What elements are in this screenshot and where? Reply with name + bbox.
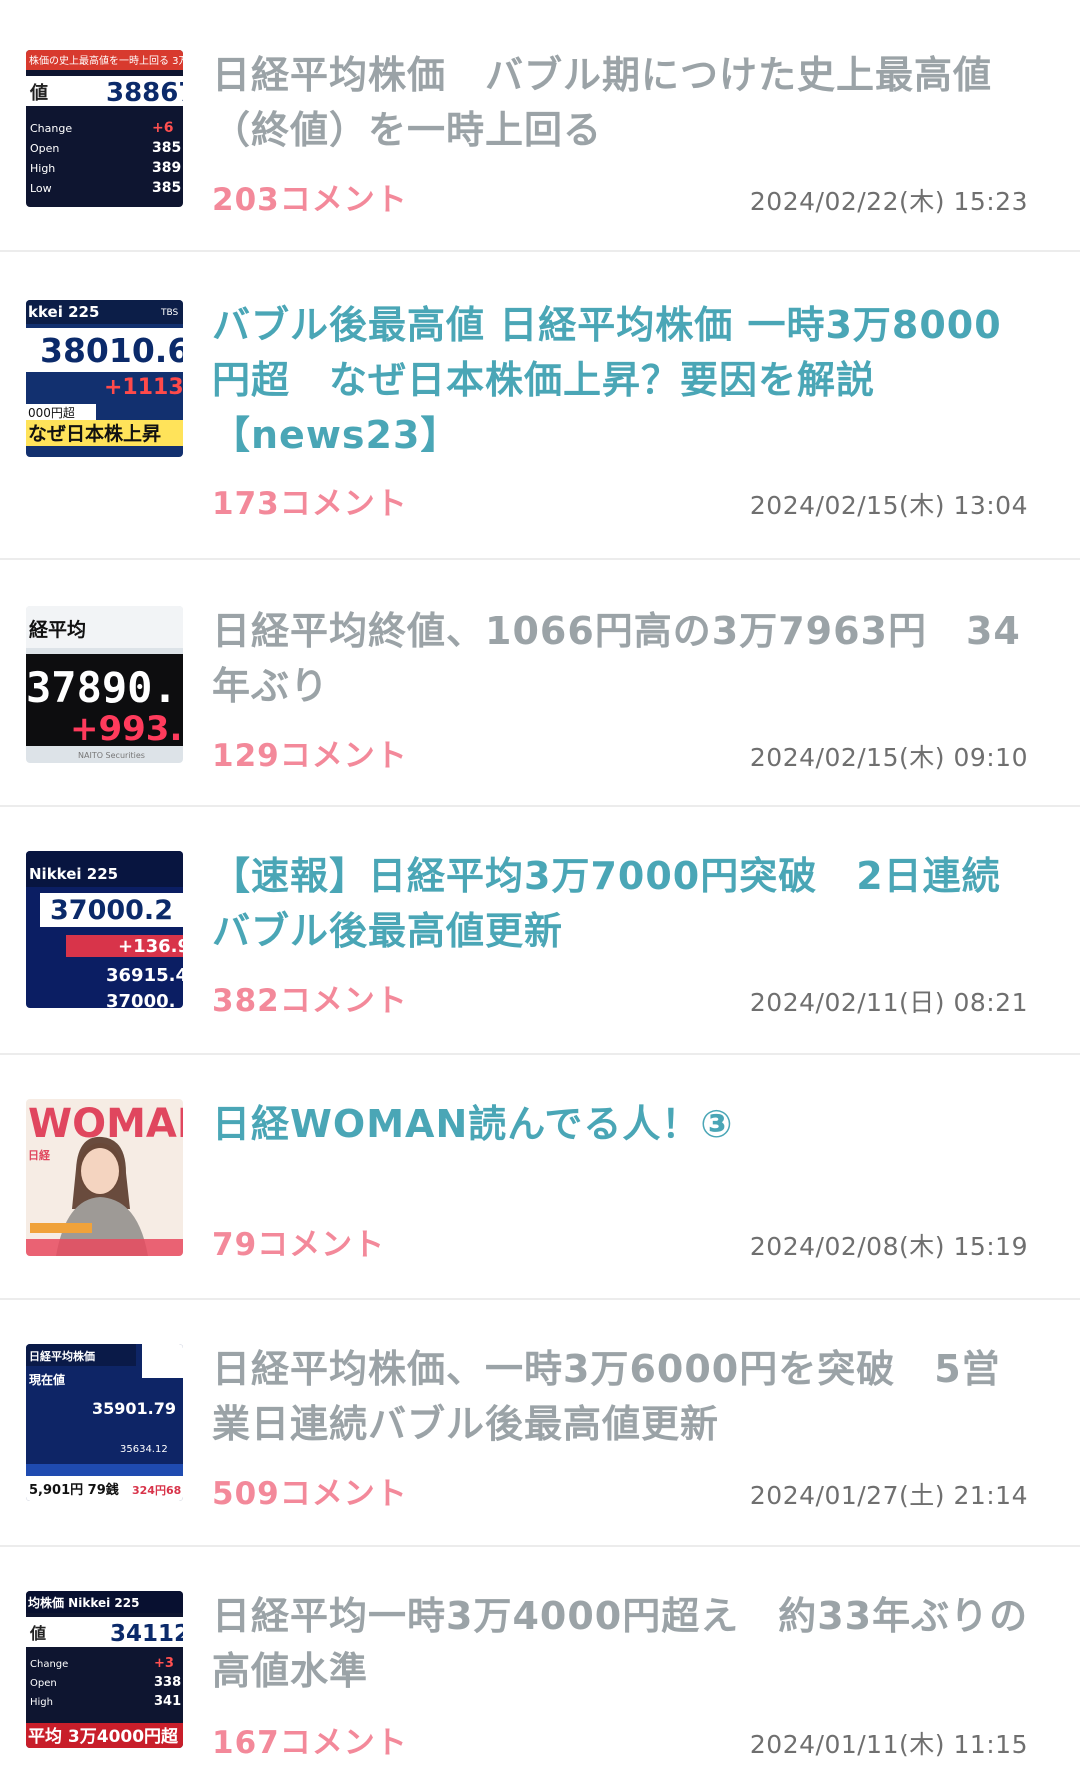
svg-text:+1113: +1113 [104,375,183,400]
svg-text:kkei 225: kkei 225 [28,303,99,321]
svg-text:36915.4: 36915.4 [106,965,183,986]
article-title[interactable]: 日経平均終値、1066円高の3万7963円 34年ぶり [212,604,1036,714]
thumbnail[interactable]: 経平均 37890. +993. NAITO Securities [26,606,183,763]
svg-text:日経平均株価: 日経平均株価 [29,1349,95,1363]
nikkei225-board-thumbnail: Nikkei 225 37000.2 +136.9 36915.4 37000. [26,851,183,1008]
article-title[interactable]: 日経平均株価 バブル期につけた史上最高値（終値）を一時上回る [212,48,1036,158]
svg-text:Nikkei 225: Nikkei 225 [29,865,118,883]
svg-text:+136.9: +136.9 [118,936,183,957]
svg-text:35901.79: 35901.79 [92,1399,176,1418]
svg-text:Low: Low [30,182,52,195]
stock-board-news-thumbnail: 均株価 Nikkei 225 値 34112 Change +3 Open 338 High 3… [26,1591,183,1748]
thumbnail[interactable]: 日経平均株価 現在値 35901.79 35634.12 5,901円 79銭 324円6… [26,1344,183,1501]
svg-text:338: 338 [154,1675,181,1690]
article-row[interactable]: Nikkei 225 37000.2 +136.9 36915.4 37000. 【速報… [0,807,1080,1055]
article-row[interactable]: 日経平均株価 現在値 35901.79 35634.12 5,901円 79銭 324円6… [0,1300,1080,1547]
post-date: 2024/01/27(土) 21:14 [749,1481,1028,1510]
thumbnail[interactable]: 株価の史上最高値を一時上回る 3万8915円台値 38867 Change +6 Ope… [26,50,183,207]
svg-text:000円超: 000円超 [28,405,75,420]
article-title[interactable]: バブル後最高値 日経平均株価 一時3万8000円超 なぜ日本株価上昇？要因を解説… [212,298,1036,463]
article-row[interactable]: 均株価 Nikkei 225 値 34112 Change +3 Open 338 High 3… [0,1547,1080,1785]
article-title[interactable]: 日経WOMAN読んでる人！③ [212,1097,1036,1152]
svg-text:経平均: 経平均 [29,618,86,641]
svg-text:37890.: 37890. [26,663,178,712]
svg-text:TBS: TBS [160,308,179,318]
article-row[interactable]: 経平均 37890. +993. NAITO Securities 日経平均終値、10… [0,560,1080,807]
article-title[interactable]: 日経平均株価、一時3万6000円を突破 5営業日連続バブル後最高値更新 [212,1342,1036,1452]
svg-text:5,901円 79銭: 5,901円 79銭 [29,1482,119,1498]
svg-text:+6: +6 [152,120,173,136]
article-title[interactable]: 【速報】日経平均3万7000円突破 2日連続バブル後最高値更新 [212,849,1036,959]
svg-text:341: 341 [154,1694,181,1709]
svg-text:NAITO Securities: NAITO Securities [78,751,145,760]
comment-count[interactable]: 173コメント [212,478,408,523]
comment-count[interactable]: 129コメント [212,730,408,775]
stock-chart-news-thumbnail: 日経平均株価現在値 35901.79 35634.12 5,901円 79銭 324円6… [26,1344,183,1501]
post-date: 2024/02/22(木) 15:23 [749,187,1028,216]
svg-text:平均 3万4000円超: 平均 3万4000円超 [28,1726,179,1747]
thumbnail[interactable]: Nikkei 225 37000.2 +136.9 36915.4 37000. [26,851,183,1008]
article-row[interactable]: kkei 225 TBS 38010.6 +1113 000円超なぜ日本株上昇 バブル後… [0,252,1080,560]
thumbnail[interactable]: WOMAN日経 [26,1099,183,1256]
post-date: 2024/02/15(木) 09:10 [749,743,1028,772]
svg-text:日経: 日経 [28,1148,51,1162]
svg-text:+3: +3 [154,1656,174,1671]
post-date: 2024/02/15(木) 13:04 [749,491,1028,520]
svg-text:38867: 38867 [106,78,183,108]
svg-text:Open: Open [30,142,59,155]
article-row[interactable]: 株価の史上最高値を一時上回る 3万8915円台値 38867 Change +6 Ope… [0,0,1080,252]
svg-text:+993.: +993. [70,709,182,749]
magazine-cover-thumbnail: WOMAN日経 [26,1099,183,1256]
svg-text:385: 385 [152,180,181,196]
comment-count[interactable]: 509コメント [212,1468,408,1513]
svg-text:385: 385 [152,140,181,156]
article-list: 株価の史上最高値を一時上回る 3万8915円台値 38867 Change +6 Ope… [0,0,1080,1785]
comment-count[interactable]: 382コメント [212,975,408,1020]
thumbnail[interactable]: kkei 225 TBS 38010.6 +1113 000円超なぜ日本株上昇 [26,300,183,457]
svg-text:Change: Change [30,1659,68,1670]
svg-text:Change: Change [30,122,72,135]
stock-board-thumbnail: 株価の史上最高値を一時上回る 3万8915円台値 38867 Change +6 Ope… [26,50,183,207]
svg-text:株価の史上最高値を一時上回る 3万8915円台: 株価の史上最高値を一時上回る 3万8915円台 [29,54,183,67]
svg-text:389: 389 [152,160,181,176]
svg-text:High: High [30,1697,53,1708]
comment-count[interactable]: 167コメント [212,1717,408,1762]
svg-text:34112: 34112 [110,1621,183,1647]
svg-text:37000.: 37000. [106,991,175,1008]
svg-text:37000.2: 37000.2 [50,895,173,926]
svg-text:324円68: 324円68 [132,1484,181,1497]
svg-text:均株価 Nikkei 225: 均株価 Nikkei 225 [28,1595,139,1610]
comment-count[interactable]: 79コメント [212,1219,385,1264]
svg-text:現在値: 現在値 [29,1372,65,1387]
svg-text:値: 値 [29,82,48,104]
svg-text:なぜ日本株上昇: なぜ日本株上昇 [28,422,161,445]
comment-count[interactable]: 203コメント [212,174,408,219]
post-date: 2024/02/11(日) 08:21 [749,988,1028,1017]
post-date: 2024/02/08(木) 15:19 [749,1232,1028,1261]
stock-ticker-photo-thumbnail: 経平均 37890.+993. NAITO Securities [26,606,183,763]
thumbnail[interactable]: 均株価 Nikkei 225 値 34112 Change +3 Open 338 High 3… [26,1591,183,1748]
nikkei225-news-thumbnail: kkei 225 TBS 38010.6 +1113 000円超なぜ日本株上昇 [26,300,183,457]
svg-text:High: High [30,162,55,175]
svg-text:38010.6: 38010.6 [40,331,183,370]
svg-text:値: 値 [29,1624,46,1643]
post-date: 2024/01/11(木) 11:15 [749,1730,1028,1759]
article-row[interactable]: WOMAN日経 日経WOMAN読んでる人！③ 79コメント 2024/02/08… [0,1055,1080,1300]
svg-text:Open: Open [30,1678,57,1689]
article-title[interactable]: 日経平均一時3万4000円超え 約33年ぶりの高値水準 [212,1589,1036,1699]
svg-text:35634.12: 35634.12 [120,1444,168,1455]
